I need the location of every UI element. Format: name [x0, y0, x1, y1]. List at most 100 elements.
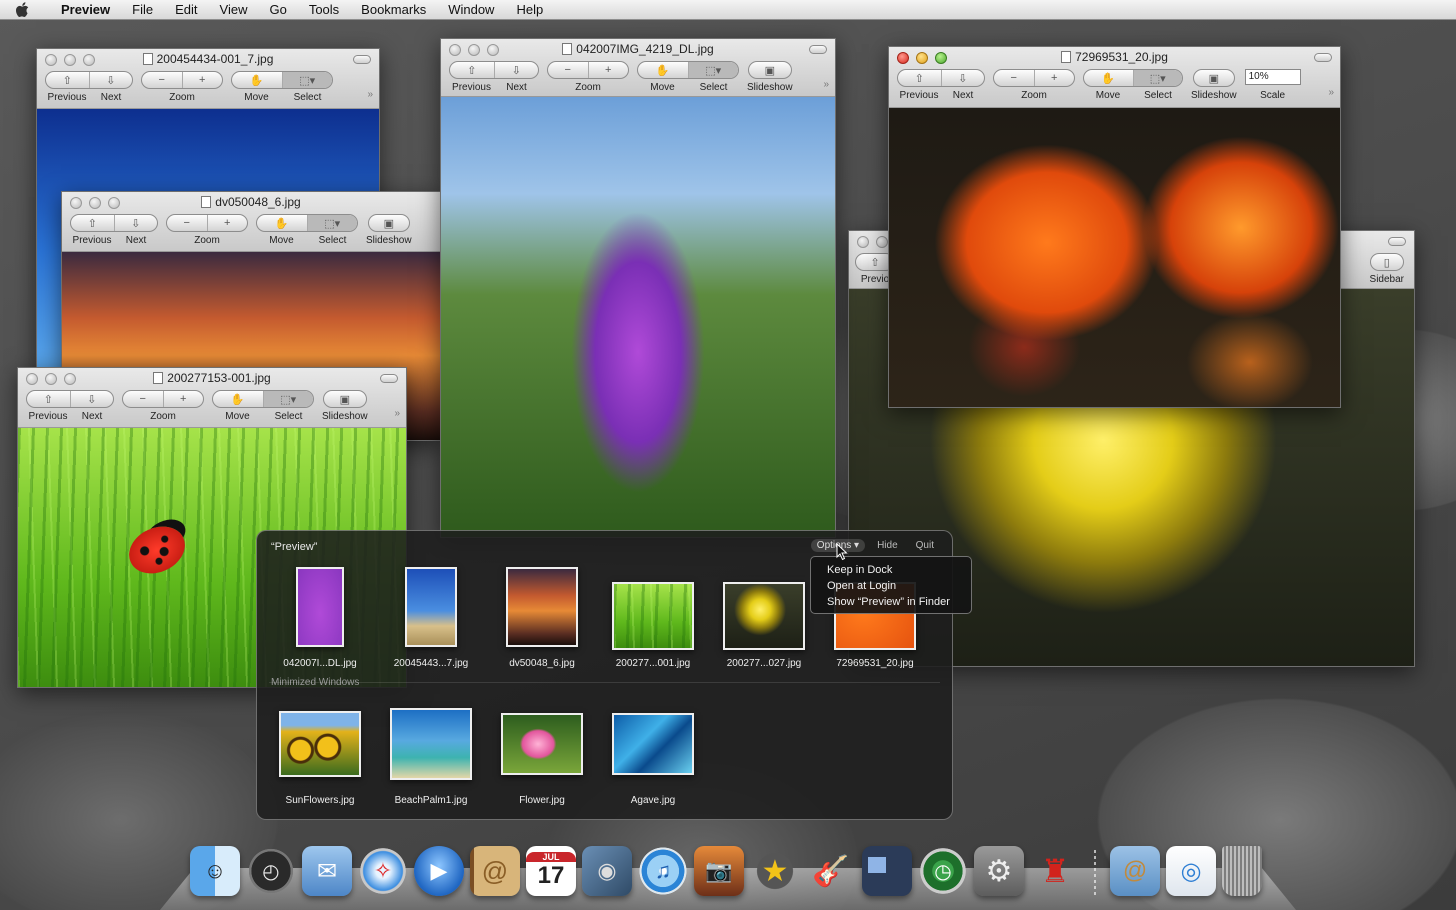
down-arrow-icon[interactable]: ⇩ [940, 70, 985, 86]
open-at-login-item[interactable]: Open at Login [811, 578, 971, 594]
down-arrow-icon[interactable]: ⇩ [88, 72, 133, 88]
dashboard-icon[interactable]: ◴ [246, 846, 296, 896]
ical-icon[interactable]: JUL 17 [526, 846, 576, 896]
up-arrow-icon[interactable]: ⇧ [450, 62, 494, 78]
keep-in-dock-item[interactable]: Keep in Dock [811, 562, 971, 578]
menu-tools[interactable]: Tools [298, 2, 350, 17]
window-thumbnail[interactable]: 200277...001.jpg [610, 564, 696, 669]
hand-icon[interactable]: ✋ [213, 391, 263, 407]
window-thumbnail[interactable]: dv50048_6.jpg [499, 564, 585, 669]
show-in-finder-item[interactable]: Show “Preview” in Finder [811, 594, 971, 610]
down-arrow-icon[interactable]: ⇩ [113, 215, 158, 231]
zoom-buttons[interactable]: − + [141, 71, 223, 89]
hand-icon[interactable]: ✋ [232, 72, 282, 88]
time-machine-icon[interactable]: ◷ [918, 846, 968, 896]
window-titlebar[interactable]: dv050048_6.jpg ⇧ ⇩ Previous Next − + Zoom ✋… [62, 192, 440, 252]
preview-window-leaf[interactable]: 72969531_20.jpg ⇧ ⇩ Previous Next − + Zoom … [888, 46, 1341, 408]
move-select-buttons[interactable]: ✋ ⬚▾ [212, 390, 314, 408]
hide-button[interactable]: Hide [871, 539, 904, 552]
zoom-buttons[interactable]: − + [993, 69, 1075, 87]
apple-menu-icon[interactable] [14, 1, 30, 18]
move-select-buttons[interactable]: ✋ ⬚▾ [637, 61, 739, 79]
window-thumbnail[interactable]: 042007I...DL.jpg [277, 564, 363, 669]
previous-next-buttons[interactable]: ⇧ ⇩ [70, 214, 158, 232]
move-select-buttons[interactable]: ✋ ⬚▾ [231, 71, 333, 89]
finder-icon[interactable]: ☺ [190, 846, 240, 896]
slideshow-button[interactable]: ▣ [367, 214, 410, 232]
zoom-out-icon[interactable]: − [548, 62, 588, 78]
mail-icon[interactable]: ✉ [302, 846, 352, 896]
zoom-out-icon[interactable]: − [167, 215, 207, 231]
iphoto-icon[interactable]: 📷 [694, 846, 744, 896]
up-arrow-icon[interactable]: ⇧ [46, 72, 89, 88]
menu-window[interactable]: Window [437, 2, 505, 17]
toolbar-overflow-icon[interactable]: » [823, 79, 829, 90]
preview-window-lupine[interactable]: 042007IMG_4219_DL.jpg ⇧ ⇩ Previous Next − +… [440, 38, 836, 538]
sidebar-button[interactable]: ▯ [1369, 253, 1404, 271]
toolbar-toggle-button[interactable] [353, 55, 371, 64]
select-marquee-icon[interactable]: ⬚▾ [1132, 70, 1182, 86]
itunes-icon[interactable]: ♫ [638, 846, 688, 896]
down-arrow-icon[interactable]: ⇩ [69, 391, 114, 407]
minimized-window-thumbnail[interactable]: Agave.jpg [610, 701, 696, 806]
minimize-button[interactable] [876, 236, 888, 248]
imovie-icon[interactable]: ★ [750, 846, 800, 896]
slideshow-button[interactable]: ▣ [1192, 69, 1235, 87]
quit-button[interactable]: Quit [910, 539, 940, 552]
zoom-in-icon[interactable]: + [587, 62, 629, 78]
slideshow-button[interactable]: ▣ [747, 61, 792, 79]
previous-next-buttons[interactable]: ⇧ ⇩ [449, 61, 539, 79]
toolbar-toggle-button[interactable] [1388, 237, 1406, 246]
menu-go[interactable]: Go [258, 2, 297, 17]
minimized-window-thumbnail[interactable]: Flower.jpg [499, 701, 585, 806]
applications-folder-icon[interactable]: @ [1110, 846, 1160, 896]
downloads-folder-icon[interactable]: ◎ [1166, 846, 1216, 896]
toolbar-toggle-button[interactable] [1314, 53, 1332, 62]
up-arrow-icon[interactable]: ⇧ [71, 215, 114, 231]
minimized-window-thumbnail[interactable]: SunFlowers.jpg [277, 701, 363, 806]
toolbar-overflow-icon[interactable]: » [394, 408, 400, 419]
zoom-out-icon[interactable]: − [994, 70, 1034, 86]
window-titlebar[interactable]: 72969531_20.jpg ⇧ ⇩ Previous Next − + Zoom … [889, 47, 1340, 108]
menu-file[interactable]: File [121, 2, 164, 17]
previous-next-buttons[interactable]: ⇧ ⇩ [897, 69, 985, 87]
minimized-window-thumbnail[interactable]: BeachPalm1.jpg [388, 701, 474, 806]
hand-icon[interactable]: ✋ [257, 215, 307, 231]
garageband-icon[interactable]: 🎸 [806, 846, 856, 896]
spaces-icon[interactable] [862, 846, 912, 896]
up-arrow-icon[interactable]: ⇧ [27, 391, 70, 407]
up-arrow-icon[interactable]: ⇧ [898, 70, 941, 86]
move-select-buttons[interactable]: ✋ ⬚▾ [1083, 69, 1183, 87]
window-titlebar[interactable]: 200454434-001_7.jpg ⇧ ⇩ Previous Next − + Z… [37, 49, 379, 109]
toolbar-overflow-icon[interactable]: » [367, 89, 373, 100]
window-titlebar[interactable]: 200277153-001.jpg ⇧ ⇩ Previous Next − + Zoo… [18, 368, 406, 428]
hand-icon[interactable]: ✋ [1084, 70, 1133, 86]
safari-icon[interactable]: ✧ [358, 846, 408, 896]
hand-icon[interactable]: ✋ [638, 62, 688, 78]
menu-preview[interactable]: Preview [50, 2, 121, 17]
zoom-out-icon[interactable]: − [142, 72, 182, 88]
menu-edit[interactable]: Edit [164, 2, 208, 17]
scale-field[interactable]: 10% [1244, 69, 1301, 85]
zoom-in-icon[interactable]: + [206, 215, 248, 231]
zoom-buttons[interactable]: − + [547, 61, 629, 79]
toolbar-toggle-button[interactable] [809, 45, 827, 54]
trash-icon[interactable] [1222, 846, 1262, 896]
menu-bookmarks[interactable]: Bookmarks [350, 2, 437, 17]
toolbar-overflow-icon[interactable]: » [1328, 87, 1334, 98]
select-marquee-icon[interactable]: ⬚▾ [687, 62, 738, 78]
window-thumbnail[interactable]: 20045443...7.jpg [388, 564, 474, 669]
front-row-icon[interactable]: ♜ [1030, 846, 1080, 896]
slideshow-button[interactable]: ▣ [322, 390, 367, 408]
zoom-buttons[interactable]: − + [166, 214, 248, 232]
menu-help[interactable]: Help [505, 2, 554, 17]
zoom-in-icon[interactable]: + [162, 391, 204, 407]
select-marquee-icon[interactable]: ⬚▾ [306, 215, 357, 231]
window-thumbnail[interactable]: 200277...027.jpg [721, 564, 807, 669]
zoom-out-icon[interactable]: − [123, 391, 163, 407]
move-select-buttons[interactable]: ✋ ⬚▾ [256, 214, 358, 232]
zoom-in-icon[interactable]: + [1033, 70, 1075, 86]
address-book-icon[interactable]: @ [470, 846, 520, 896]
toolbar-toggle-button[interactable] [380, 374, 398, 383]
down-arrow-icon[interactable]: ⇩ [493, 62, 539, 78]
